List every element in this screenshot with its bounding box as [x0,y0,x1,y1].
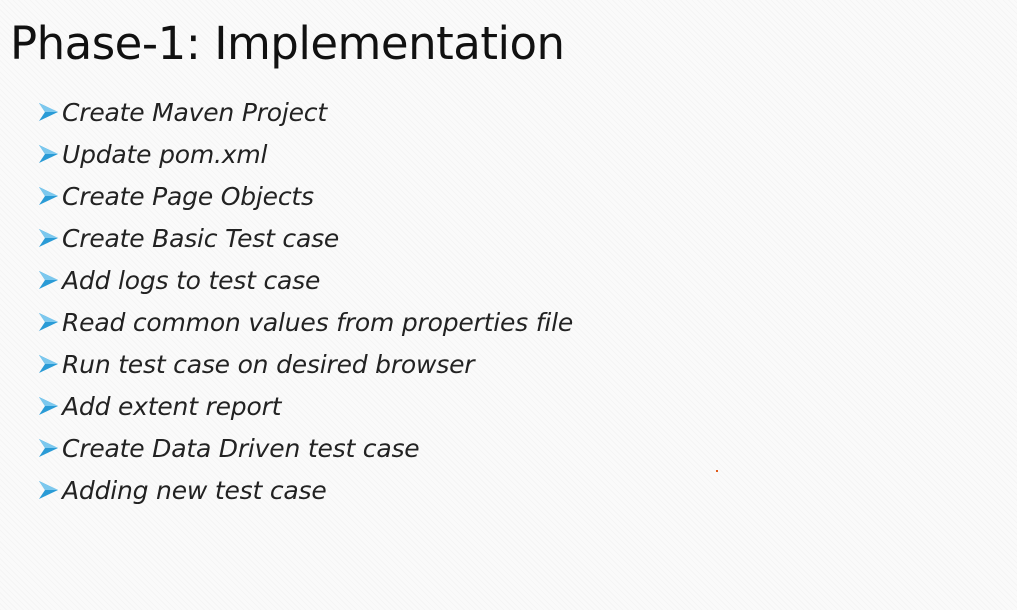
list-item-label: Read common values from properties file [62,307,573,337]
list-item: Create Page Objects [37,175,573,217]
list-item: Run test case on desired browser [37,343,573,385]
arrowhead-bullet-icon [39,103,58,121]
list-item: Create Data Driven test case [37,427,573,469]
list-item-label: Create Basic Test case [62,223,340,253]
list-item: Create Maven Project [37,91,573,133]
list-item-label: Create Data Driven test case [62,433,420,463]
list-item-label: Create Page Objects [62,181,314,211]
list-item-label: Add extent report [62,391,282,421]
list-item: Update pom.xml [37,133,573,175]
list-item: Add logs to test case [37,259,573,301]
arrowhead-bullet-icon [39,229,58,247]
stray-dot [716,470,718,472]
arrowhead-bullet-icon [39,271,58,289]
list-item: Add extent report [37,385,573,427]
list-item-label: Update pom.xml [62,139,268,169]
arrowhead-bullet-icon [39,145,58,163]
arrowhead-bullet-icon [39,439,58,457]
list-item: Create Basic Test case [37,217,573,259]
list-item-label: Run test case on desired browser [62,349,475,379]
slide: Phase-1: Implementation Create Maven Pro… [0,0,1017,610]
list-item-label: Create Maven Project [62,97,327,127]
slide-title: Phase-1: Implementation [10,17,565,70]
arrowhead-bullet-icon [39,481,58,499]
arrowhead-bullet-icon [39,397,58,415]
list-item-label: Add logs to test case [62,265,321,295]
arrowhead-bullet-icon [39,313,58,331]
list-item: Read common values from properties file [37,301,573,343]
list-item: Adding new test case [37,469,573,511]
bullet-list: Create Maven Project Update pom.xml Crea… [37,91,573,511]
arrowhead-bullet-icon [39,187,58,205]
arrowhead-bullet-icon [39,355,58,373]
list-item-label: Adding new test case [62,475,327,505]
